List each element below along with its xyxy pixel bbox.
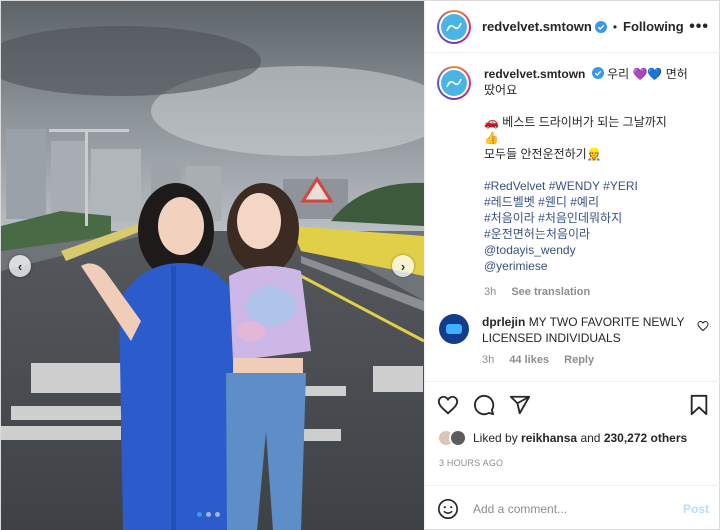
comment-body: dprlejin MY TWO FAVORITE NEWLY LICENSED … (482, 314, 697, 368)
verified-icon (591, 67, 604, 79)
caption-time: 3h (484, 286, 497, 298)
caption-body: redvelvet.smtown 우리 💜💙 면허 땄어요 🚗 베스트 드라이버… (484, 66, 709, 300)
commenter-username[interactable]: dprlejin (482, 315, 525, 329)
comment-like-heart-icon[interactable] (697, 320, 709, 332)
carousel-dot-2 (206, 512, 211, 517)
photo-illustration (1, 1, 424, 530)
post-comment-button[interactable]: Post (683, 502, 709, 516)
caption-line-2: 땄어요 (484, 83, 518, 97)
reply-button[interactable]: Reply (564, 354, 594, 366)
mention-wendy[interactable]: @todayis_wendy (484, 242, 709, 258)
separator-dot: • (612, 19, 618, 34)
liker-username[interactable]: reikhansa (521, 431, 577, 445)
redvelvet-logo-icon (446, 22, 462, 31)
more-options-icon[interactable]: ••• (689, 18, 709, 36)
instagram-post: ‹ › redvelvet.smtown • Following ••• red… (0, 0, 720, 530)
comment-input[interactable] (473, 501, 683, 516)
mention-yeri[interactable]: @yerimiese (484, 258, 709, 274)
hashtags-line-1[interactable]: #RedVelvet #WENDY #YERI (484, 178, 709, 194)
comments-section: redvelvet.smtown 우리 💜💙 면허 땄어요 🚗 베스트 드라이버… (425, 54, 720, 379)
hashtags-line-2[interactable]: #레드벨벳 #웬디 #예리 (484, 194, 709, 210)
likes-count-link[interactable]: 230,272 others (604, 431, 687, 445)
caption-line-3: 🚗 베스트 드라이버가 되는 그날까지 (484, 115, 667, 129)
next-photo-button[interactable]: › (392, 255, 414, 277)
caption-meta: 3h See translation (484, 284, 709, 300)
emoji-icon[interactable] (437, 498, 459, 520)
hashtags-line-4[interactable]: #운전면허는처음이라 (484, 226, 709, 242)
commenter-avatar[interactable] (439, 314, 469, 344)
caption-line-5: 모두들 안전운전하기👷 (484, 147, 602, 161)
bookmark-icon[interactable] (689, 394, 709, 416)
caption-author-avatar[interactable] (437, 66, 471, 100)
post-timestamp[interactable]: 3 HOURS AGO (439, 458, 503, 468)
carousel-indicator (197, 512, 220, 517)
share-icon[interactable] (509, 394, 531, 416)
comment-meta: 3h 44 likes Reply (482, 352, 697, 368)
carousel-dot-3 (215, 512, 220, 517)
see-translation-link[interactable]: See translation (511, 286, 590, 298)
redvelvet-logo-icon (446, 78, 462, 88)
hashtags-line-3[interactable]: #처음이라 #처음인데뭐하지 (484, 210, 709, 226)
chevron-right-icon: › (400, 258, 406, 274)
author-avatar[interactable] (437, 9, 471, 44)
likes-summary: Liked by reikhansa and 230,272 others (437, 429, 687, 447)
previous-photo-button[interactable]: ‹ (9, 255, 31, 277)
add-comment-bar: Post (425, 485, 720, 530)
caption-line-4: 👍 (484, 131, 499, 145)
action-bar (425, 381, 720, 427)
comment-time: 3h (482, 354, 495, 366)
comment-row: dprlejin MY TWO FAVORITE NEWLY LICENSED … (425, 300, 720, 368)
post-photo[interactable]: ‹ › (1, 1, 424, 530)
caption-username[interactable]: redvelvet.smtown (484, 67, 585, 81)
verified-icon (594, 20, 607, 33)
likes-conjunction: and (580, 431, 601, 445)
post-details-panel: redvelvet.smtown • Following ••• redvelv… (424, 1, 720, 530)
author-username[interactable]: redvelvet.smtown (482, 19, 592, 34)
chevron-left-icon: ‹ (17, 258, 23, 274)
likes-prefix: Liked by (473, 431, 518, 445)
comment-likes[interactable]: 44 likes (509, 354, 549, 366)
liker-avatar-2[interactable] (449, 429, 467, 447)
caption-row: redvelvet.smtown 우리 💜💙 면허 땄어요 🚗 베스트 드라이버… (425, 54, 720, 300)
post-header: redvelvet.smtown • Following ••• (425, 1, 720, 53)
carousel-dot-1 (197, 512, 202, 517)
caption-line-1: 우리 💜💙 면허 (607, 67, 688, 81)
heart-icon[interactable] (437, 394, 459, 416)
comment-icon[interactable] (473, 394, 495, 416)
following-button[interactable]: Following (623, 19, 684, 34)
